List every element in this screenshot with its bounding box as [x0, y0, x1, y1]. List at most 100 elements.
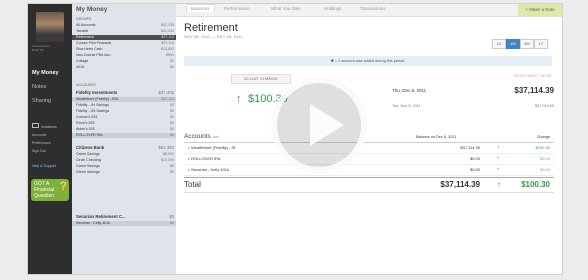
account-label: Green Savings [76, 170, 100, 174]
account-change: $0.00 [539, 156, 550, 161]
account-item[interactable]: Aiden's 529 $0 [72, 127, 176, 132]
account-value: $0 [170, 109, 174, 113]
tab-what-you-own[interactable]: What You Own [271, 6, 301, 11]
help-link[interactable]: Help & Support [32, 164, 56, 168]
institution-fidelity[interactable]: Fidelity Investments $37,405 [72, 90, 176, 96]
accounts-panel: My Money GROUPS All Accounts $92,335 Taxa… [72, 4, 176, 274]
group-item[interactable]: 401K $0 [72, 65, 176, 70]
account-value: $0 [170, 127, 174, 131]
avatar[interactable] [36, 12, 64, 42]
account-value: $0 [170, 103, 174, 107]
account-item[interactable]: ROLLOVER IRA $0 [72, 133, 176, 138]
account-item[interactable]: Green Savings $0 [72, 164, 176, 169]
tab-holdings[interactable]: Holdings [324, 6, 342, 11]
institution-securian[interactable]: Securian Retirement C... $0 [72, 214, 176, 220]
account-value: $0 [170, 121, 174, 125]
range-1d[interactable]: 1D [492, 39, 506, 49]
account-label: Green Savings [76, 164, 100, 168]
account-item[interactable]: Finne's 529 $0 [72, 121, 176, 126]
group-label: Non-Course Pilot Acc... [76, 53, 114, 57]
group-item[interactable]: Collage $0 [72, 59, 176, 64]
hide-link[interactable]: hide [213, 135, 220, 139]
envelope-icon [32, 123, 39, 128]
range-6m[interactable]: 6M [520, 39, 534, 49]
nav-invitations-label: Invitations [41, 125, 57, 129]
nav-preferences[interactable]: Preferences [32, 141, 51, 145]
group-label: All Accounts [76, 23, 96, 27]
user-name: Lorem Ipsum Dolor Sit [32, 44, 70, 52]
account-label: Circle Checking [76, 158, 102, 162]
group-item[interactable]: All Accounts $92,335 [72, 23, 176, 28]
group-label: Short-term Cash [76, 47, 103, 51]
tab-transactions[interactable]: Transactions [360, 6, 386, 11]
group-value: $0 [170, 59, 174, 63]
account-label: Wealthfront (Fidelity) - IRA [76, 97, 119, 101]
nav-notes[interactable]: Notes [32, 84, 46, 90]
range-1y[interactable]: 1Y [534, 39, 548, 49]
group-label: Retirement [76, 35, 94, 39]
group-item[interactable]: Non-Course Pilot Acc... $591 [72, 53, 176, 58]
play-icon [310, 104, 344, 146]
banner-text: = 1 account was added during this period… [334, 59, 406, 63]
total-balance: $37,114.39 [440, 180, 480, 189]
previous-date: Tue, Nov 8, 2011 [392, 104, 421, 108]
group-value: $92,335 [161, 23, 174, 27]
account-item[interactable]: Green Savings $0 [72, 170, 176, 175]
account-balance: $37,114.39 [460, 145, 480, 150]
nav-accounts[interactable]: Accounts [32, 133, 46, 137]
group-item[interactable]: Taxable $41,204 [72, 29, 176, 34]
nav-invitations[interactable]: Invitations [32, 123, 57, 129]
group-label: 401K [76, 65, 85, 69]
main-sidebar: Lorem Ipsum Dolor Sit My Money Notes Sha… [28, 4, 72, 274]
change-label: 30-DAY CHANGE [231, 74, 291, 84]
account-value: $37,114 [161, 97, 174, 101]
date-range[interactable]: NOV 08, 2011 — DEC 08, 2011 [184, 35, 243, 39]
institution-value: $0 [169, 214, 174, 219]
group-item[interactable]: Short-term Cash $13,832 [72, 47, 176, 52]
account-item[interactable]: Green Savings $6,000 [72, 152, 176, 157]
tab-balances[interactable]: Balances [186, 4, 215, 12]
make-note-button[interactable]: + Make a Note [518, 4, 562, 16]
account-item[interactable]: Circle Checking $13,000 [72, 158, 176, 163]
institution-value: $37,405 [158, 90, 174, 95]
account-item[interactable]: Securian - Kelly 401k $0 [72, 221, 176, 226]
group-value: $37,114 [161, 41, 174, 45]
account-change: $100.30 [535, 145, 550, 150]
account-item[interactable]: Fidelity - JH Savings $0 [72, 103, 176, 108]
accounts-header-label: Accounts [184, 133, 211, 140]
nav-my-money[interactable]: My Money [32, 70, 59, 76]
up-arrow-icon: ↑ [497, 145, 500, 151]
institution-citizens[interactable]: Citizens Bank $54,384 [72, 145, 176, 151]
group-label: Course Pilot Financial [76, 41, 111, 45]
account-item[interactable]: Connor's 529 $0 [72, 115, 176, 120]
main-content: Balances Performance What You Own Holdin… [176, 4, 562, 274]
account-name: Securian - Kelly 401k [191, 167, 229, 172]
accounts-column-header: Accounts hide [184, 133, 219, 140]
table-row[interactable]: ▸ Securian - Kelly 401k $0.00 • $0.00 [184, 165, 554, 176]
tab-performance[interactable]: Performance [224, 6, 250, 11]
group-item-selected[interactable]: Retirement $37,114 [72, 35, 176, 40]
account-label: Fidelity - JM Savings [76, 109, 110, 113]
nav-sign-out[interactable]: Sign Out [32, 149, 46, 153]
promo-line3: Question [34, 193, 55, 199]
account-label: Connor's 529 [76, 115, 98, 119]
table-row[interactable]: ▸ ROLLOVER IRA $0.00 • $0.00 [184, 154, 554, 165]
account-item[interactable]: Fidelity - JM Savings $0 [72, 109, 176, 114]
account-value: $13,000 [161, 158, 174, 162]
group-value: $0 [170, 65, 174, 69]
accounts-table-header: Accounts hide Balance on Dec 8, 2011 Cha… [184, 132, 554, 143]
account-value: $0 [170, 164, 174, 168]
play-button[interactable] [271, 77, 367, 173]
range-1m[interactable]: 1M [506, 39, 520, 49]
account-balance: $0.00 [469, 167, 480, 172]
current-value: $37,114.39 [514, 86, 554, 95]
account-item-selected[interactable]: Wealthfront (Fidelity) - IRA $37,114 [72, 97, 176, 102]
table-row[interactable]: ▸ Wealthfront (Fidelity) - IR $37,114.39… [184, 143, 554, 154]
group-value: $13,832 [161, 47, 174, 51]
nav-sharing[interactable]: Sharing [32, 98, 51, 104]
financial-question-promo[interactable]: GOT A Financial Question ? [31, 179, 69, 201]
info-banner: ✱ = 1 account was added during this peri… [184, 56, 552, 66]
group-item[interactable]: Course Pilot Financial $37,114 [72, 41, 176, 46]
account-change: $0.00 [539, 167, 550, 172]
neutral-dot-icon: • [497, 156, 500, 162]
